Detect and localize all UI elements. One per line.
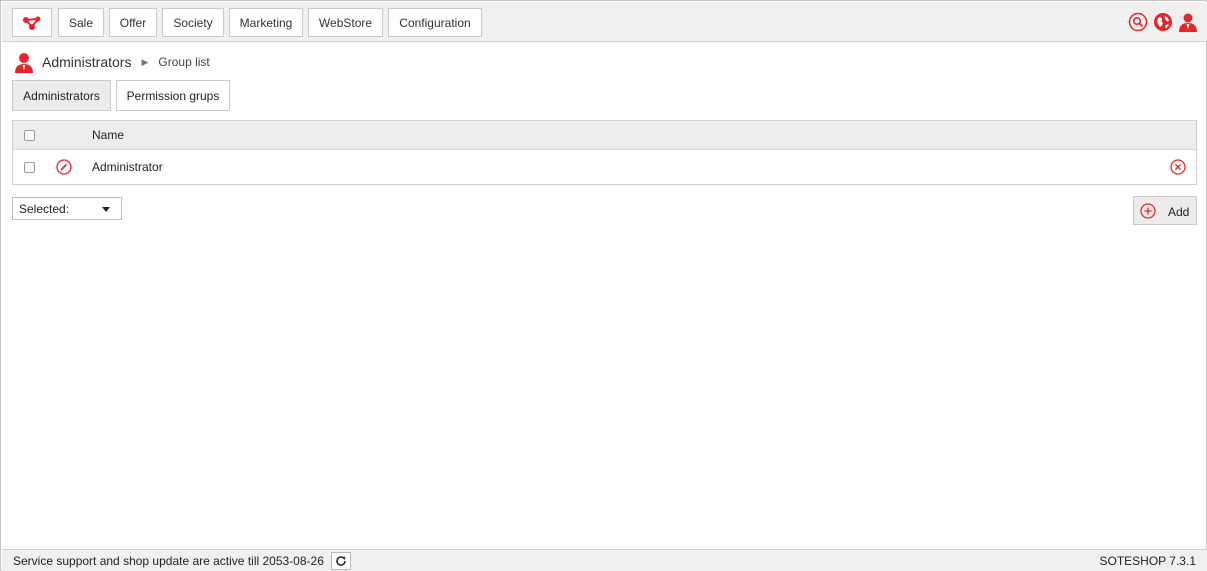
nav-item-society[interactable]: Society <box>162 8 224 37</box>
add-button-label: Add <box>1168 205 1190 219</box>
globe-icon[interactable] <box>1153 12 1173 32</box>
group-list-table: Name Administrator <box>12 120 1197 185</box>
app-version: SOTESHOP 7.3.1 <box>1099 554 1197 568</box>
breadcrumb: Administrators ▶ Group list <box>14 51 210 73</box>
top-icon-group <box>1128 12 1198 32</box>
column-header-name[interactable]: Name <box>92 128 124 142</box>
refresh-icon <box>336 556 346 566</box>
nav-item-configuration[interactable]: Configuration <box>388 8 482 37</box>
delete-icon[interactable] <box>1170 159 1186 175</box>
chevron-down-icon <box>102 207 110 212</box>
support-status-text: Service support and shop update are acti… <box>13 554 324 568</box>
refresh-button[interactable] <box>331 552 351 570</box>
tab-administrators[interactable]: Administrators <box>12 80 111 111</box>
nav-item-offer[interactable]: Offer <box>109 8 157 37</box>
tab-permission-groups[interactable]: Permission grups <box>116 80 230 111</box>
nav-item-marketing[interactable]: Marketing <box>229 8 303 37</box>
home-logo-button[interactable] <box>12 8 52 37</box>
edit-icon[interactable] <box>56 159 72 175</box>
nav-item-sale[interactable]: Sale <box>58 8 104 37</box>
nav-item-webstore[interactable]: WebStore <box>308 8 383 37</box>
table-header: Name <box>13 121 1196 150</box>
top-navigation-bar: Sale Offer Society Marketing WebStore Co… <box>2 2 1207 42</box>
plus-circle-icon <box>1140 203 1156 219</box>
breadcrumb-section[interactable]: Administrators <box>42 54 131 70</box>
app-window: Sale Offer Society Marketing WebStore Co… <box>0 0 1207 571</box>
user-icon[interactable] <box>1178 12 1198 32</box>
select-all-checkbox[interactable] <box>24 130 35 141</box>
administrator-user-icon <box>15 52 33 73</box>
logo-icon <box>23 16 41 30</box>
breadcrumb-separator-icon: ▶ <box>141 56 149 67</box>
breadcrumb-current-page: Group list <box>158 55 210 69</box>
add-button[interactable]: Add <box>1133 196 1197 225</box>
table-row: Administrator <box>13 150 1196 184</box>
row-name-cell[interactable]: Administrator <box>92 160 163 174</box>
status-footer: Service support and shop update are acti… <box>2 549 1207 571</box>
selected-action-dropdown[interactable]: Selected: <box>12 197 122 220</box>
search-icon[interactable] <box>1128 12 1148 32</box>
selected-action-label: Selected: <box>19 201 70 216</box>
row-checkbox[interactable] <box>24 162 35 173</box>
